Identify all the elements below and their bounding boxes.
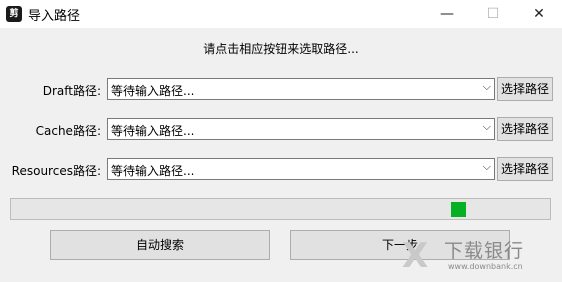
app-logo-icon: 剪	[6, 6, 22, 22]
watermark: X 下载银行 www.downbank.cn	[402, 234, 562, 280]
instruction-text: 请点击相应按钮来选取路径...	[203, 42, 359, 56]
close-icon[interactable]: ✕	[516, 0, 562, 28]
draft-path-label: Draft路径:	[42, 84, 101, 98]
progress-indicator	[451, 202, 466, 217]
progress-bar	[10, 198, 551, 220]
resources-select-path-button[interactable]: 选择路径	[497, 157, 553, 181]
chevron-down-icon[interactable]: ⌵	[483, 80, 491, 94]
chevron-down-icon[interactable]: ⌵	[483, 160, 491, 174]
resources-path-label: Resources路径:	[11, 164, 101, 178]
draft-select-path-button[interactable]: 选择路径	[497, 77, 553, 101]
auto-search-button[interactable]: 自动搜索	[50, 230, 270, 260]
resources-path-value: 等待输入路径...	[111, 164, 195, 178]
cache-select-path-button[interactable]: 选择路径	[497, 117, 553, 141]
cache-path-label: Cache路径:	[35, 124, 101, 138]
watermark-logo-icon: X	[402, 236, 429, 276]
title-bar: 剪 导入路径 — ☐ ✕	[0, 0, 562, 28]
window-title: 导入路径	[28, 9, 81, 24]
cache-path-combobox[interactable]: 等待输入路径... ⌵	[107, 118, 495, 140]
watermark-text: 下载银行	[444, 240, 525, 262]
watermark-url: www.downbank.cn	[448, 262, 523, 271]
cache-path-value: 等待输入路径...	[111, 124, 195, 138]
draft-path-combobox[interactable]: 等待输入路径... ⌵	[107, 78, 495, 100]
resources-path-combobox[interactable]: 等待输入路径... ⌵	[107, 158, 495, 180]
chevron-down-icon[interactable]: ⌵	[483, 120, 491, 134]
maximize-icon[interactable]: ☐	[470, 0, 516, 28]
minimize-icon[interactable]: —	[424, 0, 470, 28]
draft-path-value: 等待输入路径...	[111, 84, 195, 98]
